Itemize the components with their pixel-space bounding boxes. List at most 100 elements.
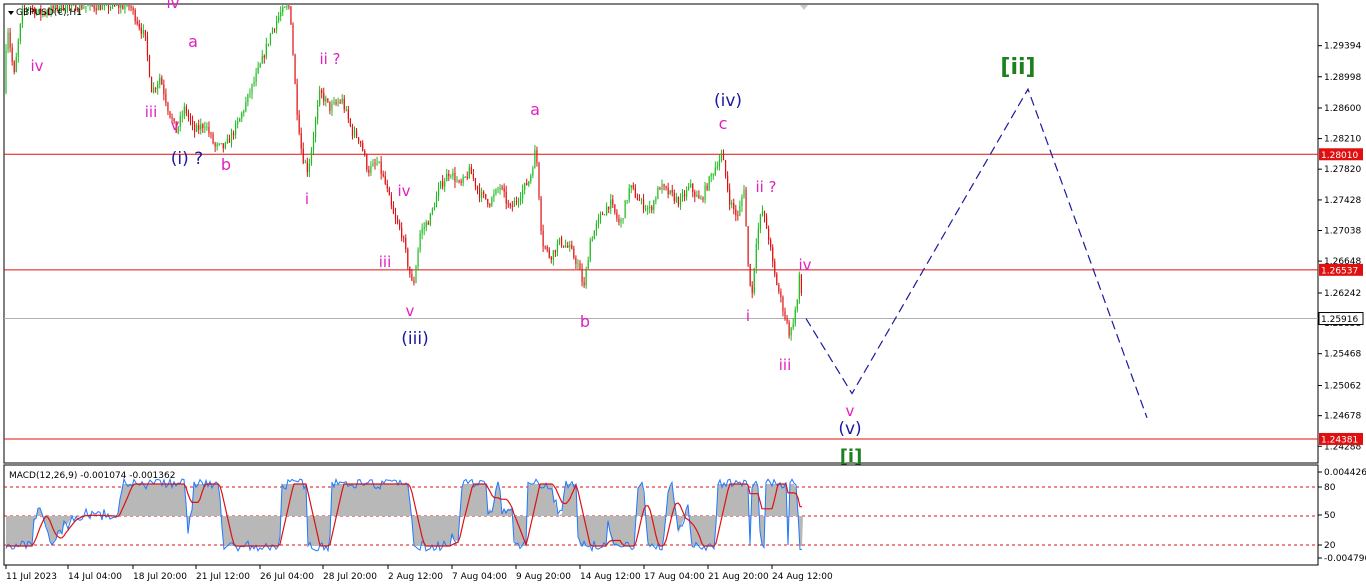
candle — [11, 43, 13, 66]
candle — [681, 188, 684, 202]
candle — [665, 185, 667, 191]
candle — [239, 117, 241, 122]
candle — [148, 54, 151, 78]
candle — [733, 198, 735, 215]
candle — [720, 149, 723, 163]
candle — [640, 197, 643, 205]
candle — [165, 88, 167, 107]
price-tick-label: 1.28998 — [1324, 73, 1361, 83]
candle — [183, 102, 185, 120]
wave-label: iv — [30, 57, 43, 75]
candle — [626, 200, 628, 204]
candle — [101, 5, 103, 10]
candle — [292, 22, 294, 56]
candle — [99, 5, 101, 11]
candle — [632, 182, 634, 191]
candle — [278, 11, 280, 24]
price-tick-label: 1.27428 — [1324, 196, 1361, 206]
candle — [780, 288, 782, 303]
candle — [454, 166, 456, 189]
candle — [530, 173, 532, 184]
candle — [526, 178, 528, 186]
candle — [597, 213, 600, 229]
candle — [411, 268, 413, 282]
candle — [329, 101, 331, 115]
candle — [263, 54, 265, 64]
candle — [132, 5, 134, 15]
candle — [450, 174, 452, 179]
candle — [727, 171, 729, 193]
time-tick-label: 14 Aug 12:00 — [580, 572, 641, 582]
time-tick-label: 21 Jul 12:00 — [196, 572, 250, 582]
candle — [478, 183, 481, 203]
candle — [645, 204, 647, 212]
chart-window: ivivaiiiv(i) ? bii ?i iviiiv(iii)ab(iv)cii… — [3, 0, 1366, 582]
candle — [226, 134, 228, 144]
candle — [374, 158, 376, 170]
wave-label: ii ? — [755, 178, 776, 196]
candle — [386, 179, 388, 193]
candle — [466, 171, 468, 181]
candle — [251, 83, 253, 100]
candle — [772, 244, 774, 268]
candle — [146, 31, 149, 62]
candle — [105, 5, 108, 6]
candle — [745, 186, 747, 227]
candle — [403, 235, 405, 243]
candle — [298, 110, 300, 136]
candle — [9, 27, 11, 53]
wave-label: iii — [379, 253, 392, 271]
wave-label: [ii] — [1000, 55, 1035, 80]
candle — [577, 259, 579, 270]
candle — [189, 113, 192, 126]
candle — [770, 237, 772, 251]
candle — [452, 168, 454, 180]
candle — [599, 211, 602, 224]
candle — [509, 202, 511, 209]
candle — [737, 210, 739, 221]
candle — [140, 22, 142, 39]
candle — [161, 75, 163, 86]
candle — [163, 79, 165, 101]
candle — [269, 32, 272, 46]
symbol-title: GBPUSD(€),H1 — [16, 8, 82, 18]
candle — [505, 185, 507, 210]
candle — [358, 137, 360, 145]
candle — [669, 189, 671, 195]
candle — [317, 99, 319, 125]
candle — [409, 266, 411, 278]
candle — [493, 189, 495, 203]
candle — [429, 212, 431, 227]
candle — [214, 141, 216, 153]
candle — [712, 173, 714, 180]
candle — [314, 116, 317, 143]
candle — [415, 264, 417, 284]
candle — [224, 141, 226, 150]
candle — [191, 115, 194, 131]
candle — [378, 161, 380, 164]
candle — [302, 142, 304, 165]
price-tick-label: 1.25468 — [1324, 350, 1361, 360]
candle — [616, 209, 618, 222]
candle — [335, 99, 337, 106]
candle — [655, 196, 657, 205]
macd-title: MACD(12,26,9) -0.001074 -0.001362 — [9, 471, 175, 481]
price-panel[interactable] — [3, 3, 1319, 464]
candle — [683, 190, 686, 202]
candle — [671, 184, 673, 197]
wave-label: iv — [798, 256, 811, 274]
candle — [686, 186, 688, 201]
price-axis: 1.29394 1.28998 1.28600 1.28210 1.27820 1.274… — [1318, 42, 1361, 452]
candle — [237, 117, 239, 129]
candle — [575, 255, 577, 270]
candle — [116, 5, 118, 7]
candle — [401, 222, 403, 242]
candle — [587, 256, 589, 270]
candle — [694, 189, 696, 203]
candle — [458, 179, 460, 184]
candle — [114, 5, 116, 7]
candle — [284, 6, 286, 9]
candle — [394, 207, 397, 225]
candle — [692, 183, 694, 198]
candle — [89, 5, 91, 11]
